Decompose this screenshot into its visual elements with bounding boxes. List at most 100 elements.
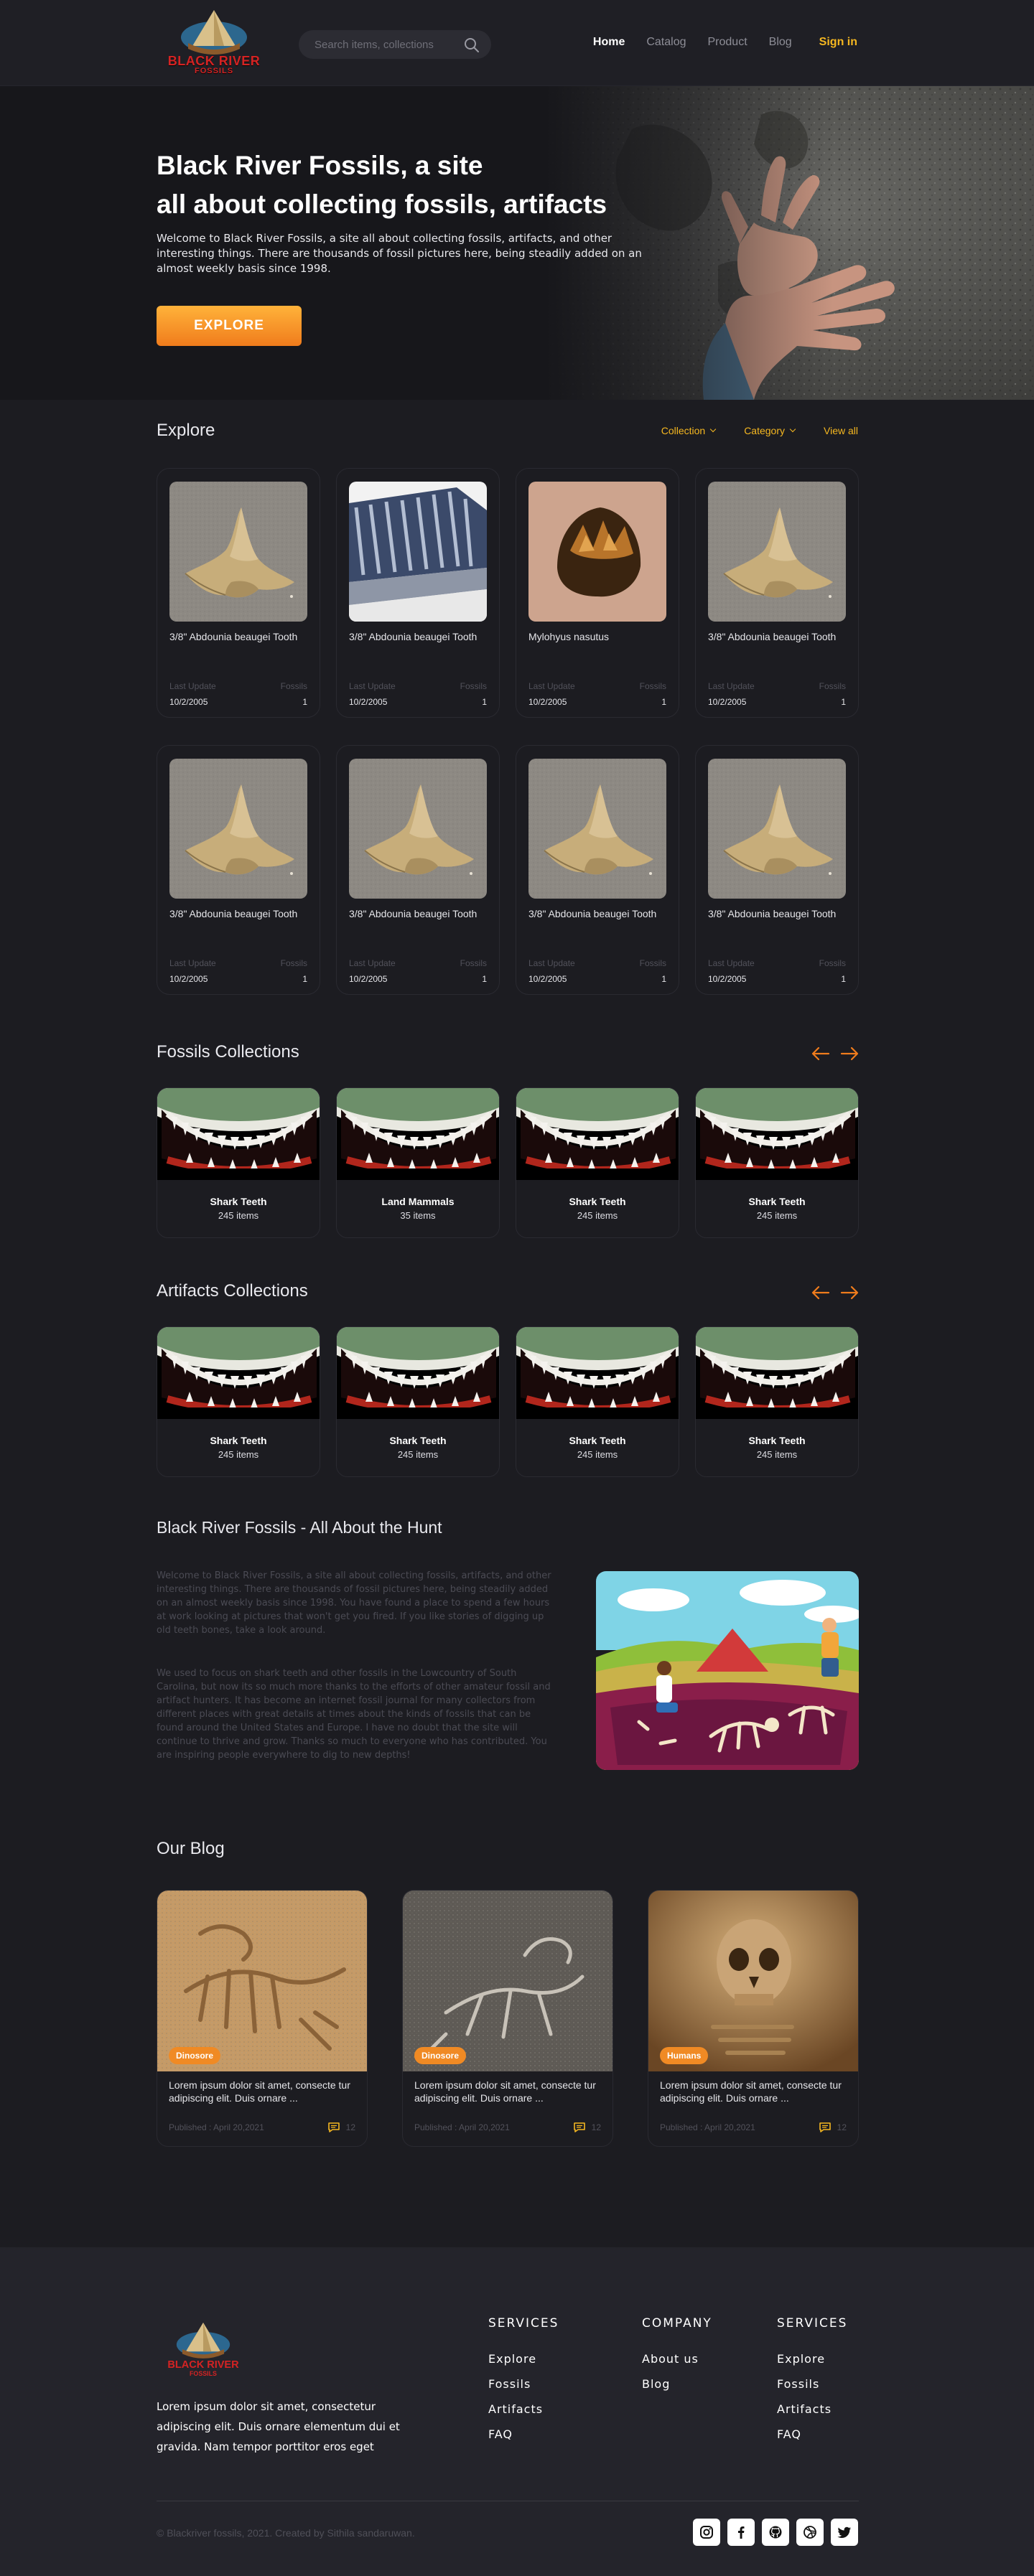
fossil-card[interactable]: 3/8" Abdounia beaugei Tooth Last Update F… [157,745,320,995]
fossils-count: 1 [841,697,846,707]
arrow-left-icon[interactable] [811,1046,830,1061]
github-link[interactable] [762,2519,789,2546]
fossil-card[interactable]: Mylohyus nasutus Last Update Fossils 10/2… [516,468,679,718]
blog-post-title[interactable]: Lorem ipsum dolor sit amet, consecte tur… [648,2071,858,2106]
category-filter[interactable]: Category [744,425,796,436]
fossil-image [169,482,307,622]
blog-tag-badge[interactable]: Dinosore [169,2047,221,2064]
blog-tag-badge[interactable]: Humans [660,2047,709,2064]
last-update-value: 10/2/2005 [528,974,567,984]
last-update-label: Last Update [169,681,216,691]
fossil-card[interactable]: 3/8" Abdounia beaugei Tooth Last Update F… [695,468,859,718]
facebook-link[interactable] [727,2519,755,2546]
fossil-card[interactable]: 3/8" Abdounia beaugei Tooth Last Update F… [695,745,859,995]
view-all-link[interactable]: View all [824,425,858,436]
collection-name: Shark Teeth [748,1435,806,1446]
blog-post-title[interactable]: Lorem ipsum dolor sit amet, consecte tur… [403,2071,613,2106]
dribbble-link[interactable] [796,2519,824,2546]
footer-column-title: COMPANY [642,2316,712,2331]
collection-count: 35 items [400,1210,436,1221]
blog-post-title[interactable]: Lorem ipsum dolor sit amet, consecte tur… [157,2071,367,2106]
footer-link-faq[interactable]: FAQ [777,2427,847,2441]
footer-link-blog[interactable]: Blog [642,2377,712,2391]
fossils-label: Fossils [460,681,487,691]
blog-card[interactable]: Dinosore Lorem ipsum dolor sit amet, con… [402,1890,613,2147]
search-input[interactable] [299,30,450,59]
collection-card[interactable]: Shark Teeth 245 items [157,1326,320,1477]
last-update-label: Last Update [349,681,396,691]
collection-name: Shark Teeth [389,1435,447,1446]
footer-link-artifacts[interactable]: Artifacts [488,2402,559,2416]
github-icon [769,2526,782,2539]
fossils-count: 1 [302,697,307,707]
fossil-card[interactable]: 3/8" Abdounia beaugei Tooth Last Update F… [516,745,679,995]
collection-name: Shark Teeth [569,1435,626,1446]
twitter-link[interactable] [831,2519,858,2546]
dig-site-illustration [596,1571,859,1770]
collection-card[interactable]: Shark Teeth 245 items [516,1087,679,1238]
comments-count[interactable]: 12 [327,2122,355,2133]
footer-logo[interactable]: BLACK RIVER FOSSILS [157,2319,250,2379]
collection-card[interactable]: Shark Teeth 245 items [695,1326,859,1477]
published-date: Published : April 20,2021 [660,2122,755,2132]
artifacts-collections-title: Artifacts Collections [157,1281,308,1301]
about-illustration [596,1571,859,1770]
fossil-meta: Last Update Fossils 10/2/2005 1 [169,958,307,984]
arrow-right-icon[interactable] [840,1285,859,1300]
nav-blog[interactable]: Blog [769,36,792,49]
fossil-meta: Last Update Fossils 10/2/2005 1 [528,958,666,984]
comments-count[interactable]: 12 [819,2122,847,2133]
collection-card[interactable]: Shark Teeth 245 items [695,1087,859,1238]
collection-name: Shark Teeth [210,1435,267,1446]
hero-section: Black River Fossils, a site all about co… [0,86,1034,400]
footer-link-fossils[interactable]: Fossils [777,2377,847,2391]
footer-column-title: SERVICES [488,2316,559,2331]
about-title: Black River Fossils - All About the Hunt [157,1518,442,1537]
arrow-right-icon[interactable] [840,1046,859,1061]
collection-card[interactable]: Shark Teeth 245 items [336,1326,500,1477]
footer-link-faq[interactable]: FAQ [488,2427,559,2441]
comments-value: 12 [837,2122,847,2132]
comments-count[interactable]: 12 [573,2122,601,2133]
blog-tag-badge[interactable]: Dinosore [414,2047,467,2064]
fossil-meta: Last Update Fossils 10/2/2005 1 [169,681,307,707]
blog-card[interactable]: Humans Lorem ipsum dolor sit amet, conse… [648,1890,859,2147]
collection-card[interactable]: Land Mammals 35 items [336,1087,500,1238]
logo-tooth-icon: BLACK RIVER FOSSILS [167,2322,239,2377]
fossils-label: Fossils [639,681,666,691]
site-logo[interactable]: BLACK RIVER FOSSILS [157,6,271,80]
sign-in-link[interactable]: Sign in [819,36,857,49]
instagram-link[interactable] [693,2519,720,2546]
collection-filter[interactable]: Collection [661,425,717,436]
collection-card[interactable]: Shark Teeth 245 items [157,1087,320,1238]
nav-catalog[interactable]: Catalog [646,36,686,49]
fossil-card[interactable]: 3/8" Abdounia beaugei Tooth Last Update F… [157,468,320,718]
footer-link-about[interactable]: About us [642,2352,712,2366]
footer-link-explore[interactable]: Explore [777,2352,847,2366]
fossils-label: Fossils [280,681,307,691]
collection-card[interactable]: Shark Teeth 245 items [516,1326,679,1477]
collection-count: 245 items [756,1449,798,1460]
footer-link-explore[interactable]: Explore [488,2352,559,2366]
footer-link-fossils[interactable]: Fossils [488,2377,559,2391]
nav-product[interactable]: Product [708,36,747,49]
fossil-card[interactable]: 3/8" Abdounia beaugei Tooth Last Update F… [336,468,500,718]
footer-link-artifacts[interactable]: Artifacts [777,2402,847,2416]
about-paragraph-1: Welcome to Black River Fossils, a site a… [157,1570,551,1636]
collection-name: Land Mammals [381,1196,455,1207]
explore-button[interactable]: EXPLORE [157,306,302,346]
fossils-collections-title: Fossils Collections [157,1042,299,1062]
search-icon[interactable] [464,37,480,53]
nav-home[interactable]: Home [593,36,625,49]
blog-footer: Published : April 20,2021 12 [414,2122,601,2133]
collection-image [696,1088,859,1180]
collection-image [157,1088,320,1180]
fossil-image [528,482,666,622]
chevron-down-icon [789,426,796,433]
arrow-left-icon[interactable] [811,1285,830,1300]
fossil-card[interactable]: 3/8" Abdounia beaugei Tooth Last Update F… [336,745,500,995]
hero-subtitle: Welcome to Black River Fossils, a site a… [157,232,642,275]
blog-card[interactable]: Dinosore Lorem ipsum dolor sit amet, con… [157,1890,368,2147]
collection-image [516,1327,679,1419]
chevron-down-icon [709,426,717,433]
